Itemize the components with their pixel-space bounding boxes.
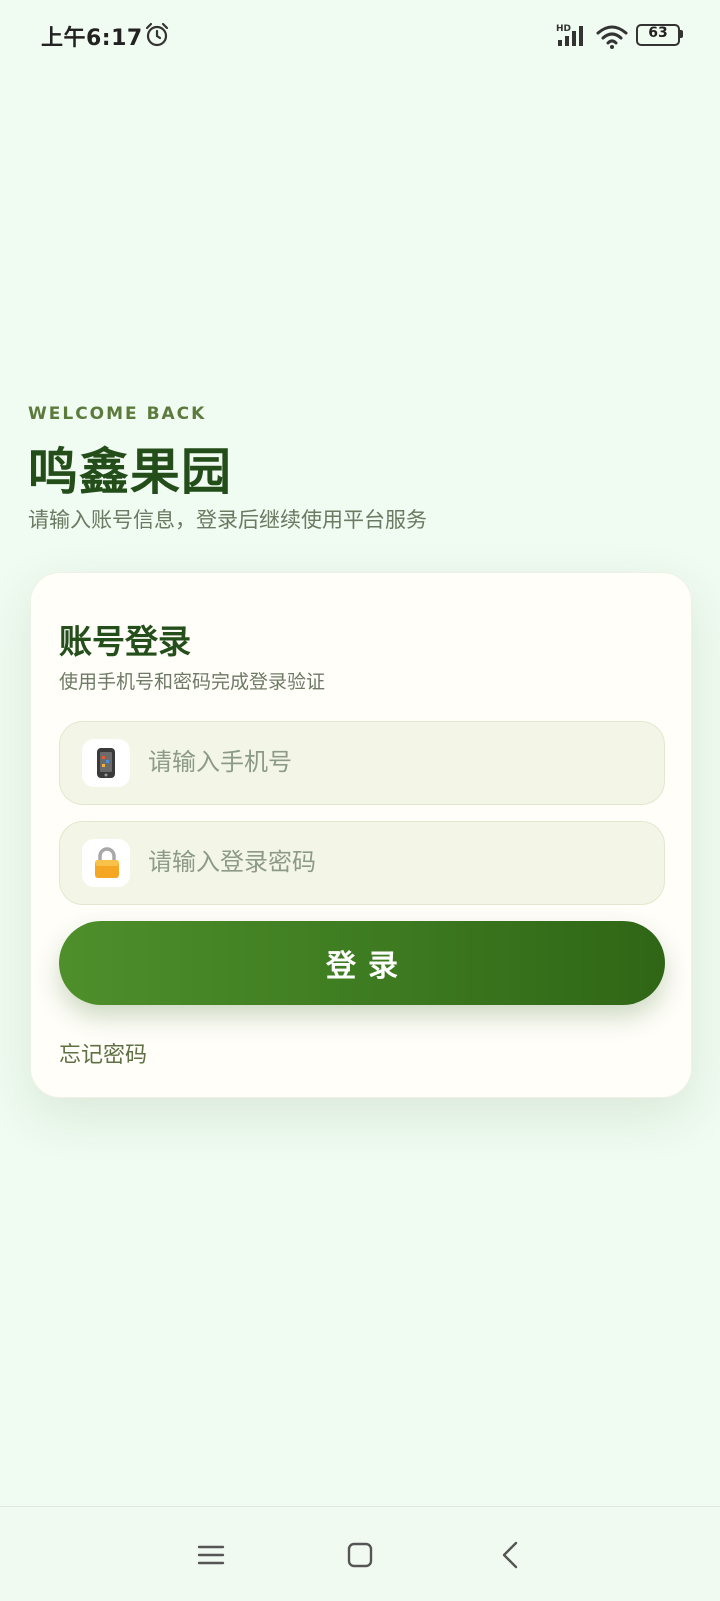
system-nav-bar <box>0 1506 720 1601</box>
password-field[interactable] <box>59 821 665 905</box>
cellular-signal-icon: HD <box>556 24 583 46</box>
menu-icon[interactable] <box>189 1533 233 1577</box>
card-subtitle: 使用手机号和密码完成登录验证 <box>59 671 326 693</box>
battery-level: 63 <box>648 25 668 41</box>
phone-icon-box <box>82 739 130 787</box>
battery-tip <box>680 30 683 38</box>
home-icon[interactable] <box>338 1533 382 1577</box>
battery-icon: 63 <box>636 24 683 46</box>
brand-subtitle: 请输入账号信息，登录后继续使用平台服务 <box>28 508 427 532</box>
lock-icon <box>95 847 119 878</box>
lock-icon-box <box>82 839 130 887</box>
svg-text:HD: HD <box>556 24 571 34</box>
welcome-eyebrow: WELCOME BACK <box>28 404 207 424</box>
login-button[interactable]: 登录 <box>59 921 665 1005</box>
card-title: 账号登录 <box>59 622 191 661</box>
mobile-phone-icon <box>97 748 115 778</box>
wifi-icon <box>596 25 628 49</box>
brand-title: 鸣鑫果园 <box>28 443 232 501</box>
password-input[interactable] <box>148 822 648 902</box>
login-card: 账号登录 使用手机号和密码完成登录验证 登录 忘记密码 <box>30 572 692 1098</box>
status-time: 上午6:17 <box>41 26 143 51</box>
status-bar: 上午6:17 HD 63 <box>0 0 720 72</box>
forgot-password-link[interactable]: 忘记密码 <box>59 1037 147 1069</box>
alarm-clock-icon <box>145 22 169 47</box>
phone-field[interactable] <box>59 721 665 805</box>
back-icon[interactable] <box>490 1533 534 1577</box>
phone-input[interactable] <box>148 722 648 802</box>
